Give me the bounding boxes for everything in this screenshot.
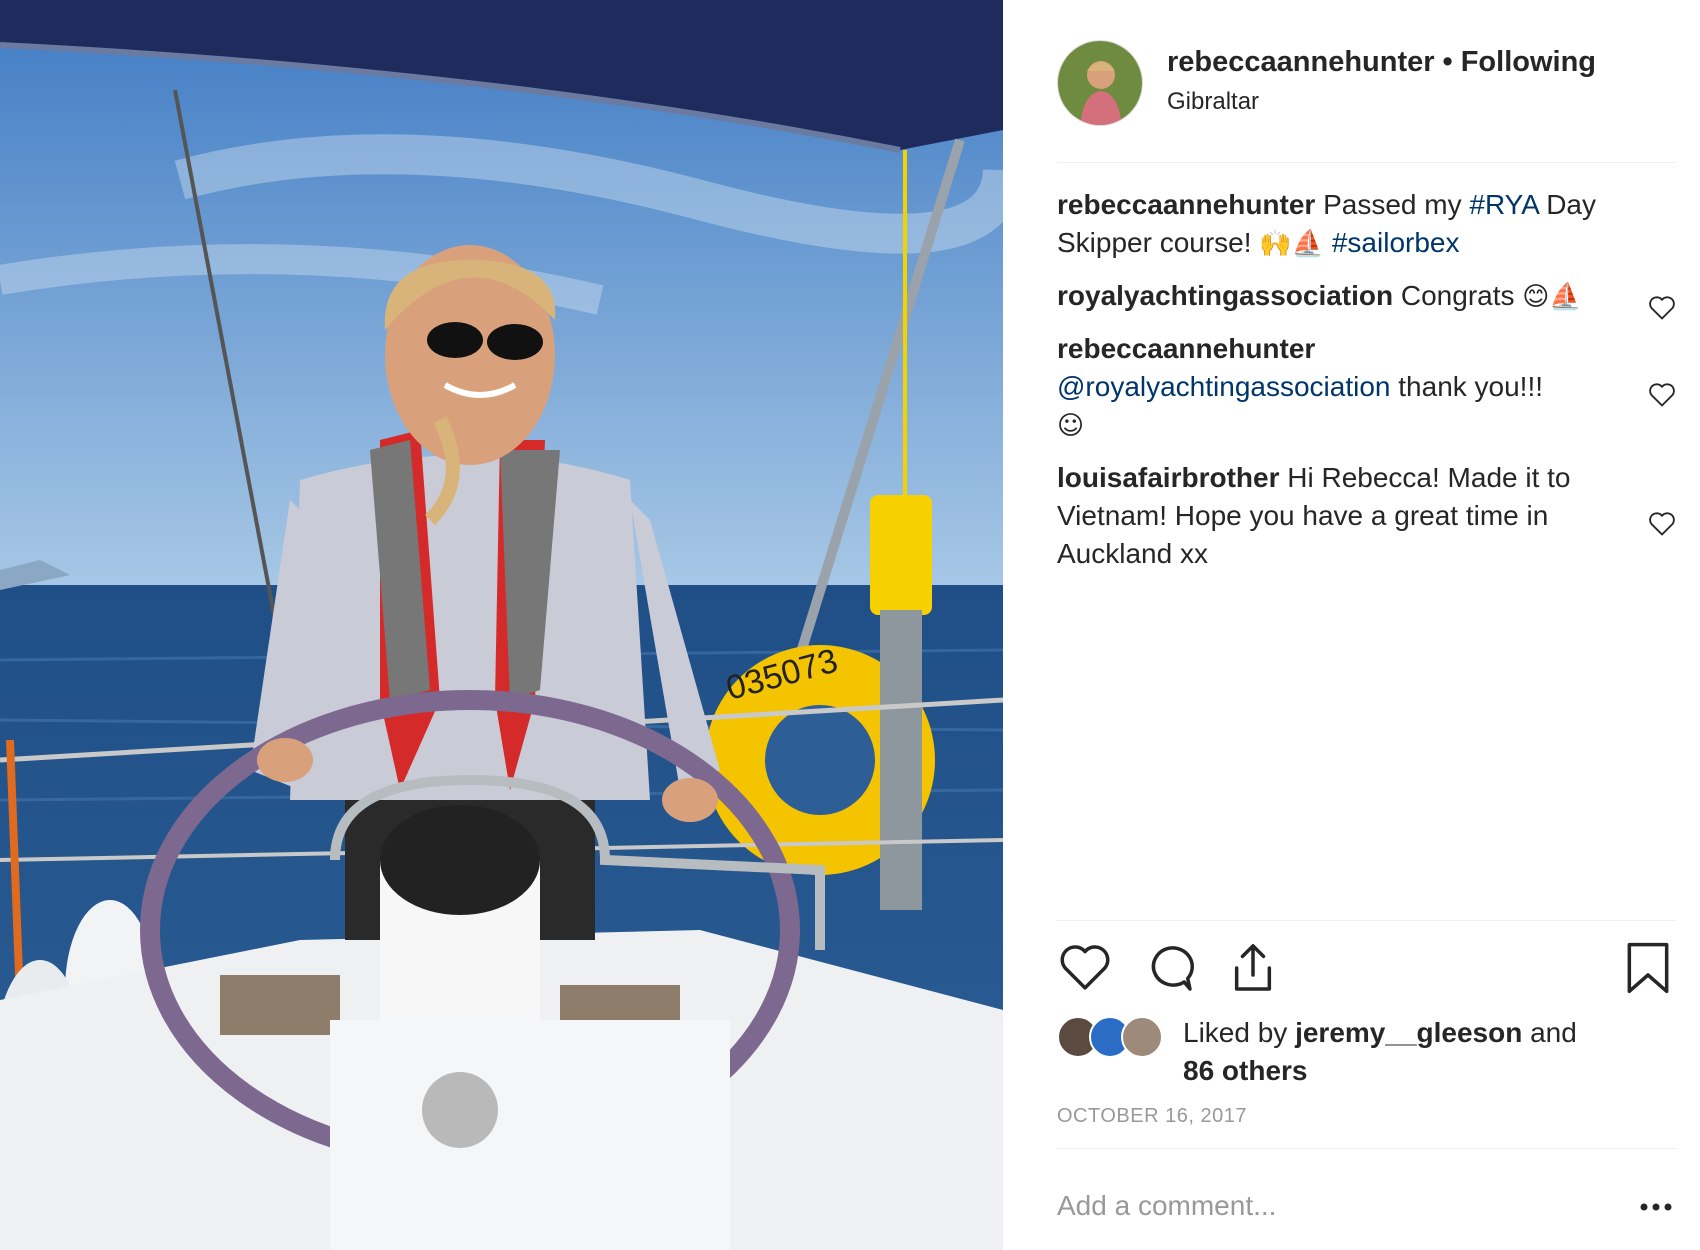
post-date[interactable]: OCTOBER 16, 2017	[1057, 1105, 1247, 1128]
avatar-image	[1058, 41, 1142, 125]
comment-like-heart-icon[interactable]	[1648, 295, 1676, 321]
caption-text-before: Passed my	[1323, 189, 1462, 220]
hashtag-rya[interactable]: #RYA	[1469, 189, 1538, 220]
more-options-icon[interactable]	[1636, 1192, 1676, 1222]
comment-username[interactable]: louisafairbrother	[1057, 462, 1279, 493]
comment-username[interactable]: rebeccaannehunter	[1057, 333, 1315, 364]
bookmark-icon[interactable]	[1620, 940, 1676, 996]
comments-list: rebeccaannehunter Passed my #RYA Day Ski…	[1057, 186, 1676, 587]
post-modal: 035073 rebeccaannehunter • Following Gib…	[0, 0, 1700, 1250]
author-avatar[interactable]	[1057, 40, 1143, 126]
header-title: rebeccaannehunter • Following	[1167, 46, 1596, 79]
comment-item: royalyachtingassociation Congrats 😊⛵	[1057, 277, 1676, 320]
following-button[interactable]: Following	[1461, 46, 1596, 78]
author-username[interactable]: rebeccaannehunter	[1167, 46, 1435, 78]
sailing-photo-illustration: 035073	[0, 0, 1003, 1250]
comment-item: rebeccaannehunter @royalyachtingassociat…	[1057, 330, 1676, 445]
comment-item: louisafairbrother Hi Rebecca! Made it to…	[1057, 459, 1676, 573]
liker-username[interactable]: jeremy__gleeson	[1295, 1017, 1522, 1048]
comment-mention[interactable]: @royalyachtingassociation	[1057, 371, 1390, 402]
caption-username[interactable]: rebeccaannehunter	[1057, 189, 1315, 220]
post-photo[interactable]: 035073	[0, 0, 1003, 1250]
caption-emoji: 🙌⛵	[1259, 229, 1325, 259]
likes-summary: Liked by jeremy__gleeson and 86 others	[1057, 1010, 1676, 1090]
likes-text: Liked by jeremy__gleeson and 86 others	[1183, 1014, 1577, 1090]
header-divider	[1057, 162, 1676, 163]
share-icon[interactable]	[1225, 940, 1281, 996]
likes-conj: and	[1530, 1017, 1577, 1048]
comment-like-heart-icon[interactable]	[1648, 382, 1676, 408]
heart-icon[interactable]	[1057, 940, 1113, 996]
likes-prefix: Liked by	[1183, 1017, 1288, 1048]
liker-avatar[interactable]	[1121, 1016, 1163, 1058]
add-comment-input[interactable]: Add a comment...	[1057, 1190, 1276, 1222]
actions-divider	[1057, 920, 1676, 921]
comment-emoji: 😊⛵	[1522, 282, 1582, 312]
header-separator: •	[1442, 46, 1453, 78]
comment-like-heart-icon[interactable]	[1648, 511, 1676, 537]
comment-text: Congrats	[1400, 280, 1515, 311]
comment-bubble-icon[interactable]	[1141, 940, 1197, 996]
comment-text: thank you!!!	[1398, 371, 1544, 402]
post-location[interactable]: Gibraltar	[1167, 88, 1259, 116]
action-bar	[1057, 940, 1676, 996]
caption: rebeccaannehunter Passed my #RYA Day Ski…	[1057, 186, 1676, 263]
comment-emoji: ☺	[1057, 411, 1085, 441]
comment-username[interactable]: royalyachtingassociation	[1057, 280, 1393, 311]
comment-divider	[1057, 1148, 1676, 1149]
post-header: rebeccaannehunter • Following Gibraltar	[1057, 38, 1700, 128]
hashtag-sailorbex[interactable]: #sailorbex	[1332, 227, 1460, 258]
post-sidebar: rebeccaannehunter • Following Gibraltar re…	[1003, 0, 1700, 1250]
likes-count[interactable]: 86 others	[1183, 1055, 1308, 1086]
